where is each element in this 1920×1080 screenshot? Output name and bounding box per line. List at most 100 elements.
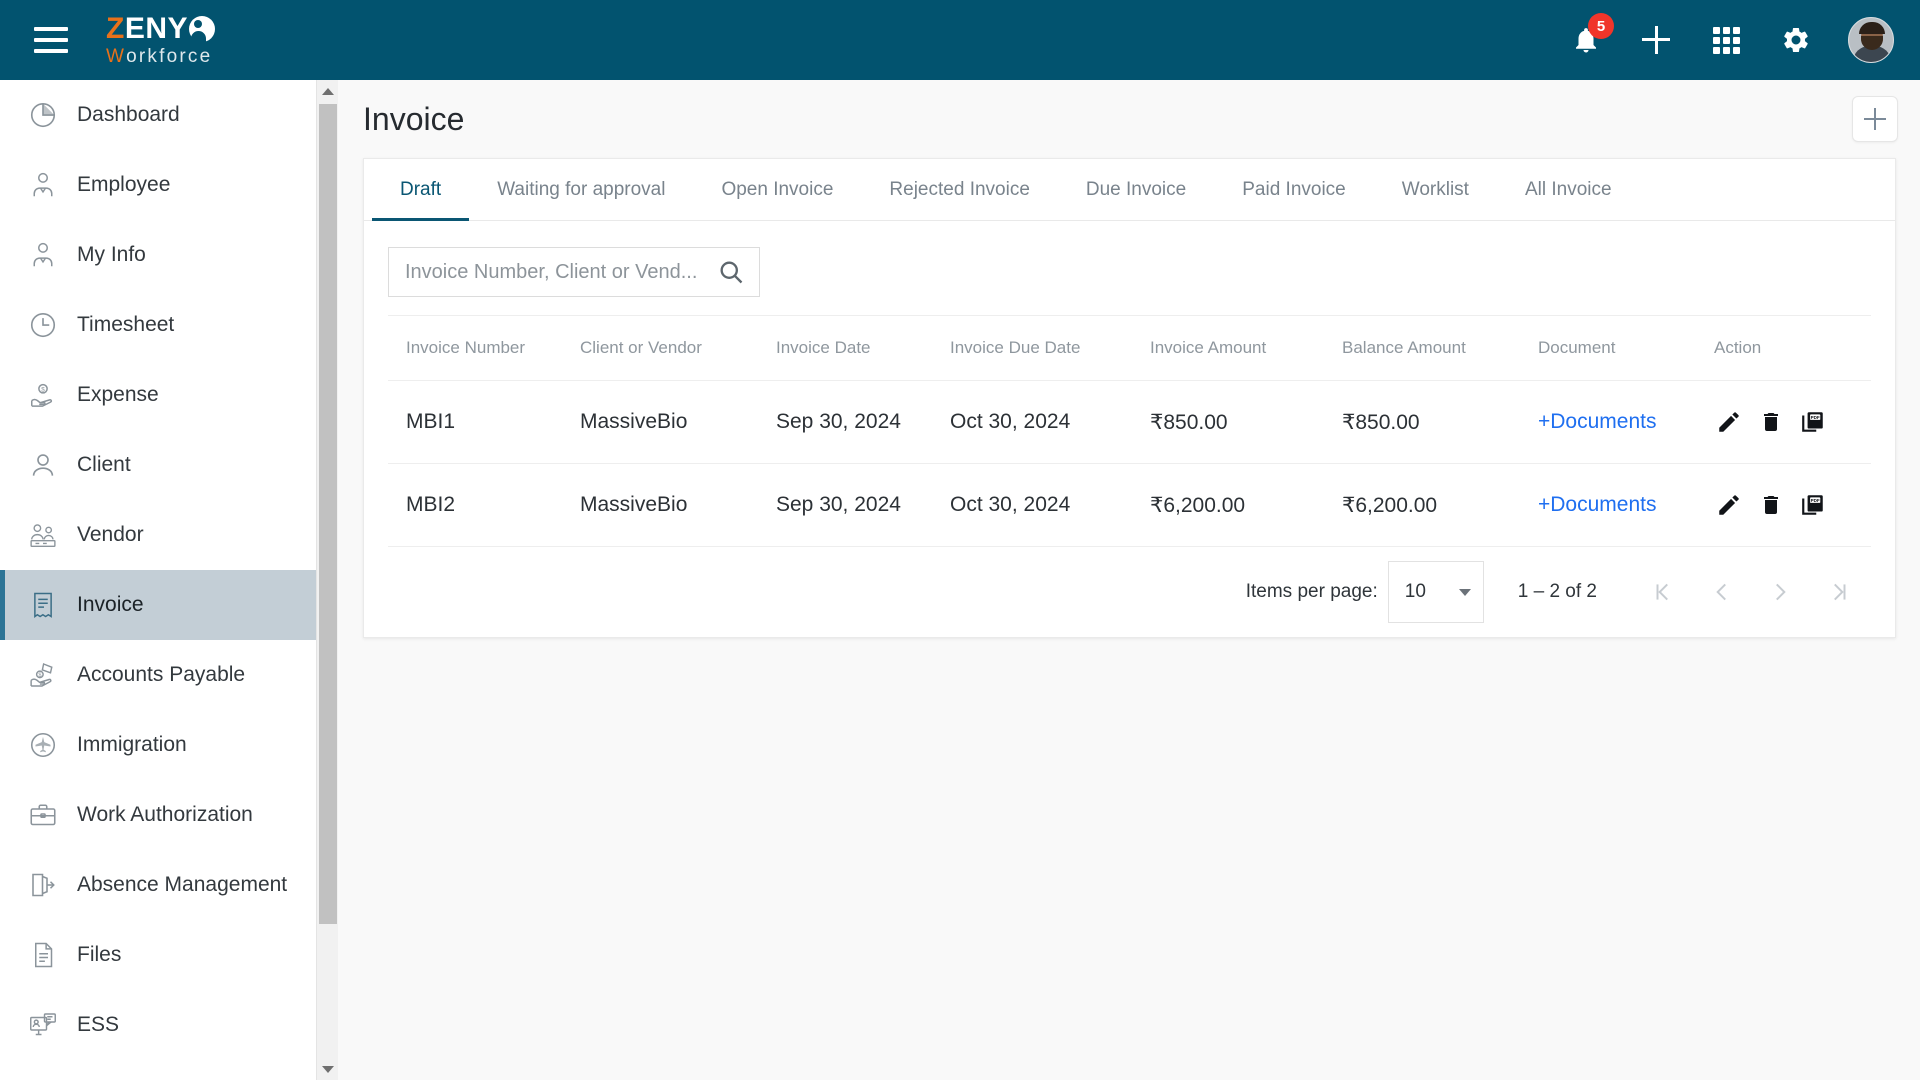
search-input[interactable]: [405, 260, 717, 284]
sidebar-item-expense[interactable]: $ Expense: [0, 360, 316, 430]
sidebar-item-employee[interactable]: Employee: [0, 150, 316, 220]
last-page-button[interactable]: [1809, 569, 1867, 615]
apps-menu-button[interactable]: [1708, 22, 1744, 58]
sidebar-navigation: Dashboard Employee My Info Timesheet $ Expens…: [0, 80, 316, 1080]
items-per-page-select[interactable]: 10: [1387, 561, 1484, 623]
sidebar-item-my-info[interactable]: My Info: [0, 220, 316, 290]
column-header-action: Action: [1714, 315, 1871, 381]
cell-invoice-date: Sep 30, 2024: [776, 380, 950, 464]
scroll-up-arrow-icon[interactable]: [317, 80, 339, 102]
delete-trash-button[interactable]: [1756, 490, 1786, 520]
sidebar-item-immigration[interactable]: Immigration: [0, 710, 316, 780]
last-page-icon: [1834, 583, 1846, 601]
quick-add-button[interactable]: [1638, 22, 1674, 58]
delete-trash-button[interactable]: [1756, 407, 1786, 437]
sidebar-scrollbar[interactable]: [316, 80, 338, 1080]
sidebar-item-files[interactable]: Files: [0, 920, 316, 990]
tab-label: Rejected Invoice: [889, 178, 1030, 200]
sidebar-item-label: Work Authorization: [77, 803, 253, 826]
notifications-button[interactable]: 5: [1568, 13, 1614, 58]
cell-action: PDF: [1714, 380, 1871, 464]
cell-invoice-number: MBI1: [388, 380, 580, 464]
scrollbar-thumb[interactable]: [319, 104, 337, 924]
tab-draft[interactable]: Draft: [372, 159, 470, 221]
tab-label: Open Invoice: [721, 178, 834, 200]
add-documents-link[interactable]: +Documents: [1538, 410, 1656, 433]
tab-label: Waiting for approval: [497, 178, 666, 200]
hamburger-menu-icon[interactable]: [34, 27, 68, 53]
next-page-icon: [1776, 583, 1786, 601]
items-per-page-value: 10: [1404, 581, 1426, 602]
cell-balance-amount: ₹6,200.00: [1342, 463, 1538, 547]
person-icon: [27, 449, 59, 481]
exit-door-icon: [27, 869, 59, 901]
sidebar-item-label: Accounts Payable: [77, 663, 246, 686]
add-invoice-button[interactable]: [1852, 96, 1898, 142]
sidebar-item-label: Employee: [77, 173, 171, 196]
user-avatar[interactable]: [1848, 17, 1894, 63]
sidebar-item-invoice[interactable]: Invoice: [0, 570, 316, 640]
pdf-icon: PDF: [1800, 492, 1826, 518]
sidebar-item-timesheet[interactable]: Timesheet: [0, 290, 316, 360]
sidebar-item-label: Invoice: [77, 593, 144, 616]
sidebar-item-label: Client: [77, 453, 131, 476]
items-per-page-label: Items per page:: [1245, 581, 1378, 602]
cell-invoice-number: MBI2: [388, 463, 580, 547]
sidebar-item-accounts-payable[interactable]: $ Accounts Payable: [0, 640, 316, 710]
edit-pencil-button[interactable]: [1714, 490, 1744, 520]
table-header-row: Invoice Number Client or Vendor Invoice Da…: [388, 315, 1871, 381]
sidebar-item-client[interactable]: Client: [0, 430, 316, 500]
cell-invoice-due-date: Oct 30, 2024: [950, 380, 1150, 464]
app-logo[interactable]: Z ENY W orkforce: [106, 14, 216, 67]
my-info-icon: [27, 239, 59, 271]
sidebar-item-vendor[interactable]: Vendor: [0, 500, 316, 570]
previous-page-button[interactable]: [1693, 569, 1751, 615]
sidebar-item-absence-management[interactable]: Absence Management: [0, 850, 316, 920]
next-page-button[interactable]: [1751, 569, 1809, 615]
sidebar-item-dashboard[interactable]: Dashboard: [0, 80, 316, 150]
tab-due-invoice[interactable]: Due Invoice: [1058, 159, 1214, 220]
invoice-tabs: Draft Waiting for approval Open Invoice Rej…: [364, 159, 1895, 221]
logo-letters-orkforce: orkforce: [126, 46, 213, 67]
tab-paid-invoice[interactable]: Paid Invoice: [1214, 159, 1374, 220]
edit-pencil-icon: [1716, 409, 1742, 435]
sidebar-item-ess[interactable]: ESS: [0, 990, 316, 1060]
search-row: [364, 221, 1895, 315]
briefcase-icon: [27, 799, 59, 831]
table-paginator: Items per page: 10 1 – 2 of 2: [364, 547, 1895, 637]
search-box[interactable]: [388, 247, 760, 297]
tab-worklist[interactable]: Worklist: [1374, 159, 1497, 220]
cell-client-or-vendor: MassiveBio: [580, 463, 776, 547]
add-documents-link[interactable]: +Documents: [1538, 493, 1656, 516]
tab-open-invoice[interactable]: Open Invoice: [693, 159, 861, 220]
table-row[interactable]: MBI2 MassiveBio Sep 30, 2024 Oct 30, 2024 ₹6…: [388, 463, 1871, 547]
first-page-button[interactable]: [1635, 569, 1693, 615]
settings-button[interactable]: [1778, 22, 1814, 58]
airplane-icon: [27, 729, 59, 761]
cell-action: PDF: [1714, 463, 1871, 547]
table-row[interactable]: MBI1 MassiveBio Sep 30, 2024 Oct 30, 2024 ₹8…: [388, 380, 1871, 464]
sidebar-item-work-authorization[interactable]: Work Authorization: [0, 780, 316, 850]
chevron-down-icon: [1458, 588, 1471, 596]
tab-label: Due Invoice: [1085, 178, 1187, 200]
tab-rejected-invoice[interactable]: Rejected Invoice: [861, 159, 1057, 220]
plus-icon: [1640, 24, 1672, 56]
edit-pencil-button[interactable]: [1714, 407, 1744, 437]
avatar-hair: [1859, 22, 1885, 34]
cell-document: +Documents: [1538, 463, 1714, 547]
tab-all-invoice[interactable]: All Invoice: [1497, 159, 1640, 220]
pdf-button[interactable]: PDF: [1798, 407, 1828, 437]
top-navigation-bar: Z ENY W orkforce 5: [0, 0, 1920, 80]
cell-invoice-amount: ₹850.00: [1150, 380, 1342, 464]
vendor-icon: [27, 519, 59, 551]
column-header-invoice-number: Invoice Number: [388, 315, 580, 381]
clock-icon: [27, 309, 59, 341]
scroll-down-arrow-icon[interactable]: [317, 1058, 339, 1080]
search-icon[interactable]: [717, 258, 745, 286]
pdf-button[interactable]: PDF: [1798, 490, 1828, 520]
cell-invoice-amount: ₹6,200.00: [1150, 463, 1342, 547]
notification-badge-count: 5: [1588, 13, 1614, 39]
tab-waiting-for-approval[interactable]: Waiting for approval: [469, 159, 693, 220]
hamburger-bar: [34, 27, 68, 31]
column-header-document: Document: [1538, 315, 1714, 381]
